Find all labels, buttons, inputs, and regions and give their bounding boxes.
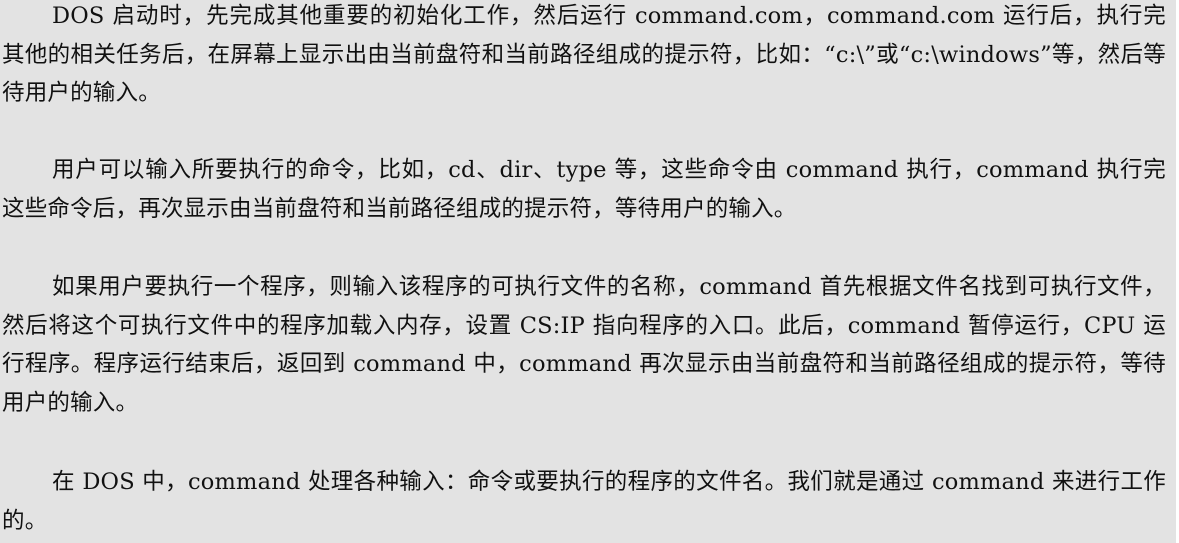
paragraph-run-program: 如果用户要执行一个程序，则输入该程序的可执行文件的名称，command 首先根据…	[2, 274, 1166, 416]
paragraph-command-summary: 在 DOS 中，command 处理各种输入：命令或要执行的程序的文件名。我们就…	[2, 469, 1166, 534]
paragraph-dos-startup: DOS 启动时，先完成其他重要的初始化工作，然后运行 command.com，c…	[2, 3, 1166, 106]
paragraph-user-commands: 用户可以输入所要执行的命令，比如，cd、dir、type 等，这些命令由 com…	[2, 157, 1166, 222]
document-page: DOS 启动时，先完成其他重要的初始化工作，然后运行 command.com，c…	[0, 0, 1176, 543]
